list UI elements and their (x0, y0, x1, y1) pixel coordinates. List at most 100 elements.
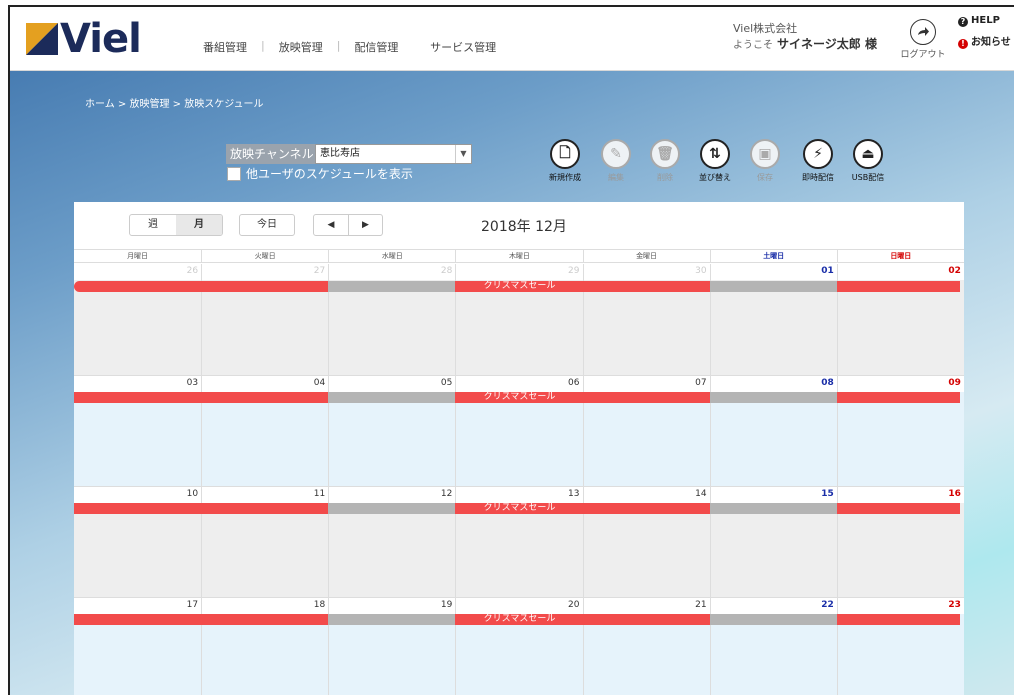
event-bar-segment[interactable] (582, 614, 711, 625)
day-number: 16 (948, 489, 961, 499)
toolbar-button-label: 即時配信 (802, 173, 834, 182)
day-number: 21 (695, 600, 707, 610)
event-bar-segment[interactable] (328, 281, 457, 292)
channel-select[interactable]: 恵比寿店 ▼ (315, 144, 472, 164)
help-icon: ? (958, 17, 968, 27)
toolbar-button-4[interactable]: ▣ 保存 (740, 139, 790, 183)
weekday-label: 月曜日 (127, 252, 149, 260)
event-bar-segment[interactable] (328, 392, 457, 403)
company-name: Viel株式会社 (733, 22, 798, 35)
info-icon: ! (958, 39, 968, 49)
event-bar-title[interactable]: クリスマスセール (455, 392, 584, 403)
logout-icon (910, 19, 936, 45)
month-title: 2018年 12月 (481, 219, 567, 235)
event-bar-segment[interactable] (836, 614, 960, 625)
nav-item-broadcast[interactable]: 放映管理 (279, 39, 323, 55)
event-bar-title[interactable]: クリスマスセール (455, 281, 584, 292)
toolbar-button-1[interactable]: ✎ 編集 (591, 139, 641, 183)
nav-item-delivery[interactable]: 配信管理 (354, 39, 398, 55)
event-bar-segment[interactable] (582, 503, 711, 514)
toolbar-button-label: 削除 (657, 173, 673, 182)
calendar-day-cell[interactable]: 21 (582, 597, 710, 695)
next-month-button[interactable]: ▶ (348, 215, 382, 235)
logo[interactable]: Viel (26, 19, 142, 59)
day-number: 04 (313, 378, 326, 388)
toolbar-button-label: 編集 (608, 173, 624, 182)
show-others-checkbox[interactable] (227, 167, 241, 181)
show-others-label: 他ユーザのスケジュールを表示 (246, 167, 413, 181)
calendar-day-cell[interactable]: 22 (709, 597, 837, 695)
calendar-day-cell[interactable]: 20 (455, 597, 583, 695)
channel-label: 放映チャンネル (226, 144, 318, 164)
lightning-icon: ⚡ (803, 139, 833, 169)
event-bar-segment[interactable] (836, 392, 960, 403)
toolbar-button-6[interactable]: ⏏ USB配信 (843, 139, 893, 183)
event-bar-segment[interactable] (582, 281, 711, 292)
event-bar-segment[interactable] (201, 614, 330, 625)
day-number: 22 (821, 600, 834, 610)
help-label: HELP (971, 15, 1000, 26)
event-bar-segment[interactable] (836, 281, 960, 292)
breadcrumb: ホーム > 放映管理 > 放映スケジュール (85, 95, 264, 110)
event-bar-segment[interactable] (328, 503, 457, 514)
logo-mark-icon (26, 23, 58, 55)
event-bar-segment[interactable] (709, 392, 838, 403)
event-bar-title[interactable]: クリスマスセール (455, 503, 584, 514)
sort-icon: ⇅ (700, 139, 730, 169)
day-number: 09 (948, 378, 961, 388)
calendar-day-cell[interactable]: 19 (328, 597, 456, 695)
view-week-button[interactable]: 週 (130, 215, 176, 235)
logout-button[interactable]: ログアウト (900, 19, 946, 60)
event-bar-segment[interactable] (328, 614, 457, 625)
toolbar-button-label: USB配信 (851, 173, 885, 182)
event-bar-segment[interactable] (201, 281, 330, 292)
notice-link[interactable]: ! お知らせ (958, 33, 1011, 49)
nav-separator: | (336, 39, 341, 52)
view-month-button[interactable]: 月 (176, 215, 222, 235)
day-number: 30 (695, 266, 707, 276)
day-number: 07 (695, 378, 707, 388)
welcome-text: ようこそ サイネージ太郎 様 (733, 35, 877, 52)
day-number: 29 (568, 266, 580, 276)
toolbar-button-3[interactable]: ⇅ 並び替え (690, 139, 740, 183)
today-button[interactable]: 今日 (239, 214, 295, 236)
event-bar-title[interactable]: クリスマスセール (455, 614, 584, 625)
breadcrumb-home[interactable]: ホーム (85, 99, 115, 110)
toolbar-button-label: 新規作成 (549, 173, 581, 182)
event-bar-segment[interactable] (836, 503, 960, 514)
nav-item-program[interactable]: 番組管理 (203, 39, 247, 55)
calendar-day-cell[interactable]: 17 (74, 597, 202, 695)
event-bar-segment[interactable] (201, 392, 330, 403)
save-icon: ▣ (750, 139, 780, 169)
help-link[interactable]: ? HELP (958, 15, 1000, 27)
toolbar-button-2[interactable]: 🗑 削除 (640, 139, 690, 183)
event-bar-segment[interactable] (709, 281, 838, 292)
event-bar-segment[interactable] (74, 281, 203, 292)
weekday-header: 月曜日 火曜日 水曜日 木曜日 金曜日 土曜日 日曜日 (74, 249, 964, 263)
toolbar-button-5[interactable]: ⚡ 即時配信 (793, 139, 843, 183)
month-nav: ◀ ▶ (313, 214, 383, 236)
day-number: 23 (948, 600, 961, 610)
weekday-label: 日曜日 (836, 250, 964, 262)
pencil-icon: ✎ (601, 139, 631, 169)
day-number: 06 (568, 378, 580, 388)
event-bar-segment[interactable] (582, 392, 711, 403)
day-number: 02 (948, 266, 961, 276)
day-number: 15 (821, 489, 834, 499)
trash-icon: 🗑 (650, 139, 680, 169)
event-bar-segment[interactable] (74, 614, 203, 625)
event-bar-segment[interactable] (74, 392, 203, 403)
event-bar-segment[interactable] (201, 503, 330, 514)
nav-item-service[interactable]: サービス管理 (430, 39, 496, 55)
document-icon: 🗋 (550, 139, 580, 169)
toolbar-button-0[interactable]: 🗋 新規作成 (540, 139, 590, 183)
prev-month-button[interactable]: ◀ (314, 215, 348, 235)
calendar-day-cell[interactable]: 18 (201, 597, 329, 695)
day-number: 11 (313, 489, 326, 499)
event-bar-segment[interactable] (709, 614, 838, 625)
event-bar-segment[interactable] (74, 503, 203, 514)
calendar-day-cell[interactable]: 23 (836, 597, 964, 695)
event-bar-segment[interactable] (709, 503, 838, 514)
day-number: 13 (568, 489, 580, 499)
toolbar-button-label: 並び替え (699, 173, 731, 182)
